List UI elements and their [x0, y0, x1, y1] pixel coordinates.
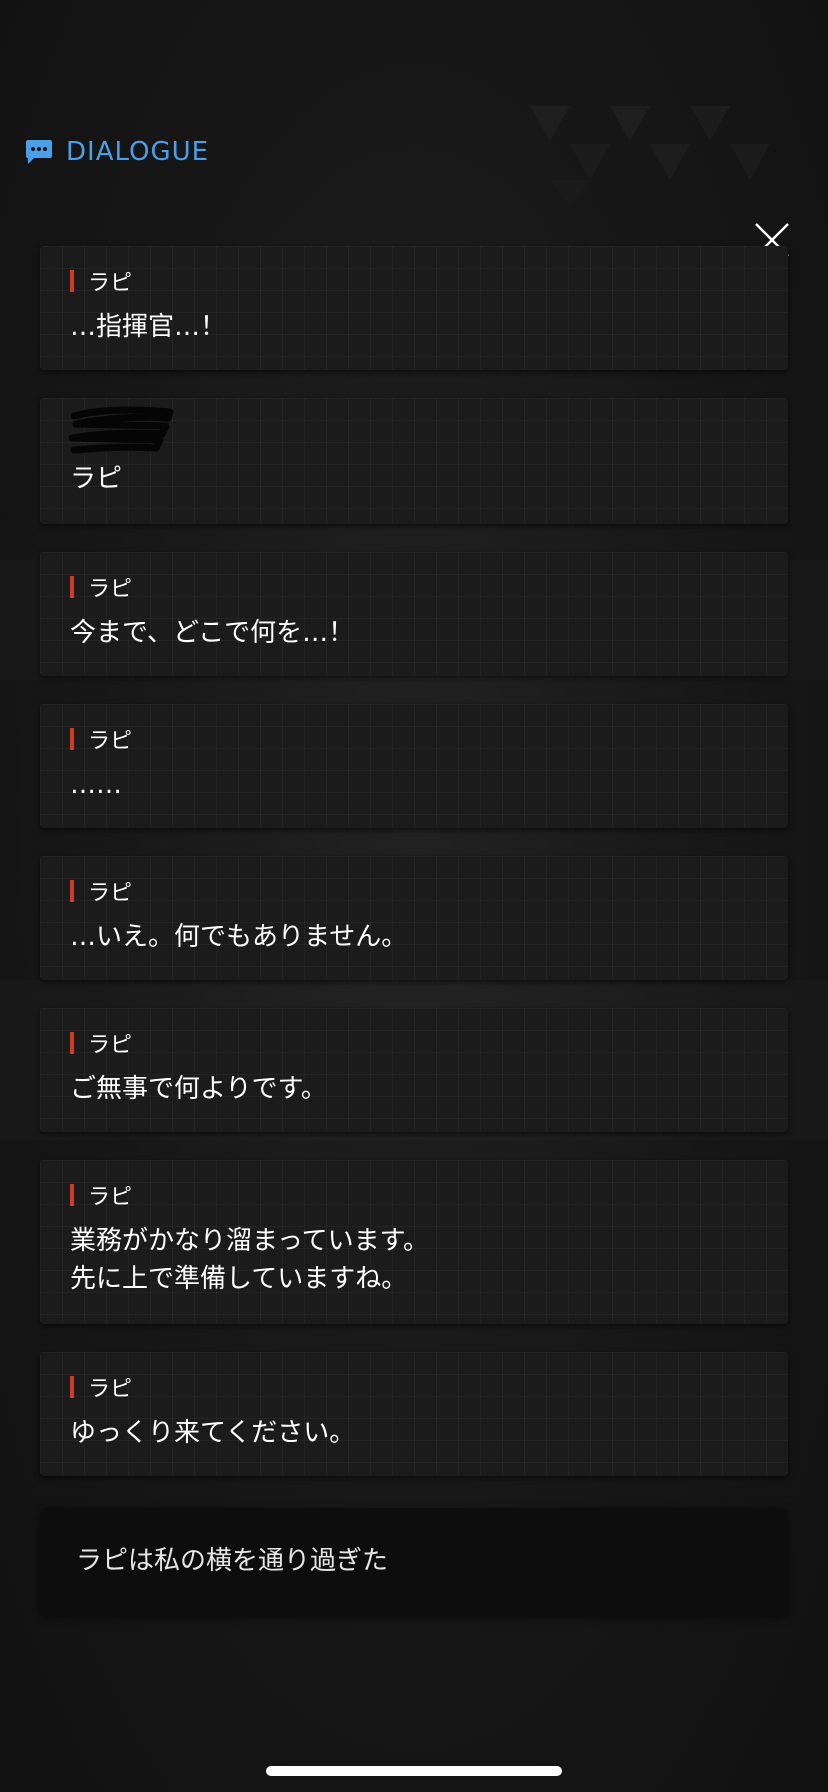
dialogue-entry: ラピ 業務がかなり溜まっています。 先に上で準備していますね。 — [40, 1160, 788, 1324]
chat-bubble-icon — [24, 138, 54, 166]
dialogue-text: …いえ。何でもありません。 — [70, 922, 408, 952]
speaker-row: ラピ — [70, 1182, 758, 1210]
speaker-name: ラピ — [88, 271, 133, 296]
speaker-name: ラピ — [88, 729, 133, 754]
dialogue-header: DIALOGUE — [24, 132, 209, 172]
dialogue-entry: ラピ ゆっくり来てください。 — [40, 1352, 788, 1476]
speaker-row: ラピ — [70, 268, 758, 296]
narration-box: ラピは私の横を通り過ぎた — [40, 1508, 788, 1616]
speaker-name: ラピ — [88, 1377, 133, 1402]
dialogue-title: DIALOGUE — [66, 137, 210, 167]
speaker-name: ラピ — [88, 1185, 133, 1210]
speaker-row: ラピ — [70, 878, 758, 906]
dialogue-log-screen: DIALOGUE ラピ …指揮官…！ ラピ ラピ 今まで、どこで何を…！ ラピ … — [0, 0, 828, 1792]
dialogue-text: ご無事で何よりです。 — [70, 1074, 327, 1104]
speaker-row: ラピ — [70, 726, 758, 754]
speaker-marker — [70, 1376, 74, 1398]
speaker-marker — [70, 728, 74, 750]
redacted-scribble — [68, 406, 174, 454]
speaker-marker — [70, 1184, 74, 1206]
speaker-row: ラピ — [70, 1030, 758, 1058]
speaker-marker — [70, 576, 74, 598]
triangle-pattern-decoration — [530, 106, 770, 206]
dialogue-entry: ラピ 今まで、どこで何を…！ — [40, 552, 788, 676]
speaker-row: ラピ — [70, 1374, 758, 1402]
dialogue-entry: ラピ …いえ。何でもありません。 — [40, 856, 788, 980]
speaker-name: ラピ — [88, 1033, 133, 1058]
dialogue-entry: ラピ — [40, 398, 788, 524]
dialogue-text: 今まで、どこで何を…！ — [70, 618, 355, 648]
dialogue-entry: ラピ …指揮官…！ — [40, 246, 788, 370]
speaker-marker — [70, 880, 74, 902]
narration-text: ラピは私の横を通り過ぎた — [76, 1546, 389, 1576]
dialogue-text: 業務がかなり溜まっています。 先に上で準備していますね。 — [70, 1226, 430, 1294]
speaker-row: ラピ — [70, 574, 758, 602]
dialogue-text: ラピ — [70, 464, 123, 494]
dialogue-text: …… — [70, 770, 122, 800]
dialogue-text: …指揮官…！ — [70, 312, 227, 342]
speaker-marker — [70, 270, 74, 292]
speaker-name: ラピ — [88, 881, 133, 906]
dialogue-entry: ラピ ご無事で何よりです。 — [40, 1008, 788, 1132]
dialogue-list[interactable]: ラピ …指揮官…！ ラピ ラピ 今まで、どこで何を…！ ラピ …… ラピ …いえ… — [40, 246, 788, 1504]
dialogue-text: ゆっくり来てください。 — [70, 1418, 356, 1448]
home-indicator[interactable] — [266, 1766, 562, 1776]
speaker-marker — [70, 1032, 74, 1054]
dialogue-entry: ラピ …… — [40, 704, 788, 828]
speaker-name: ラピ — [88, 577, 133, 602]
